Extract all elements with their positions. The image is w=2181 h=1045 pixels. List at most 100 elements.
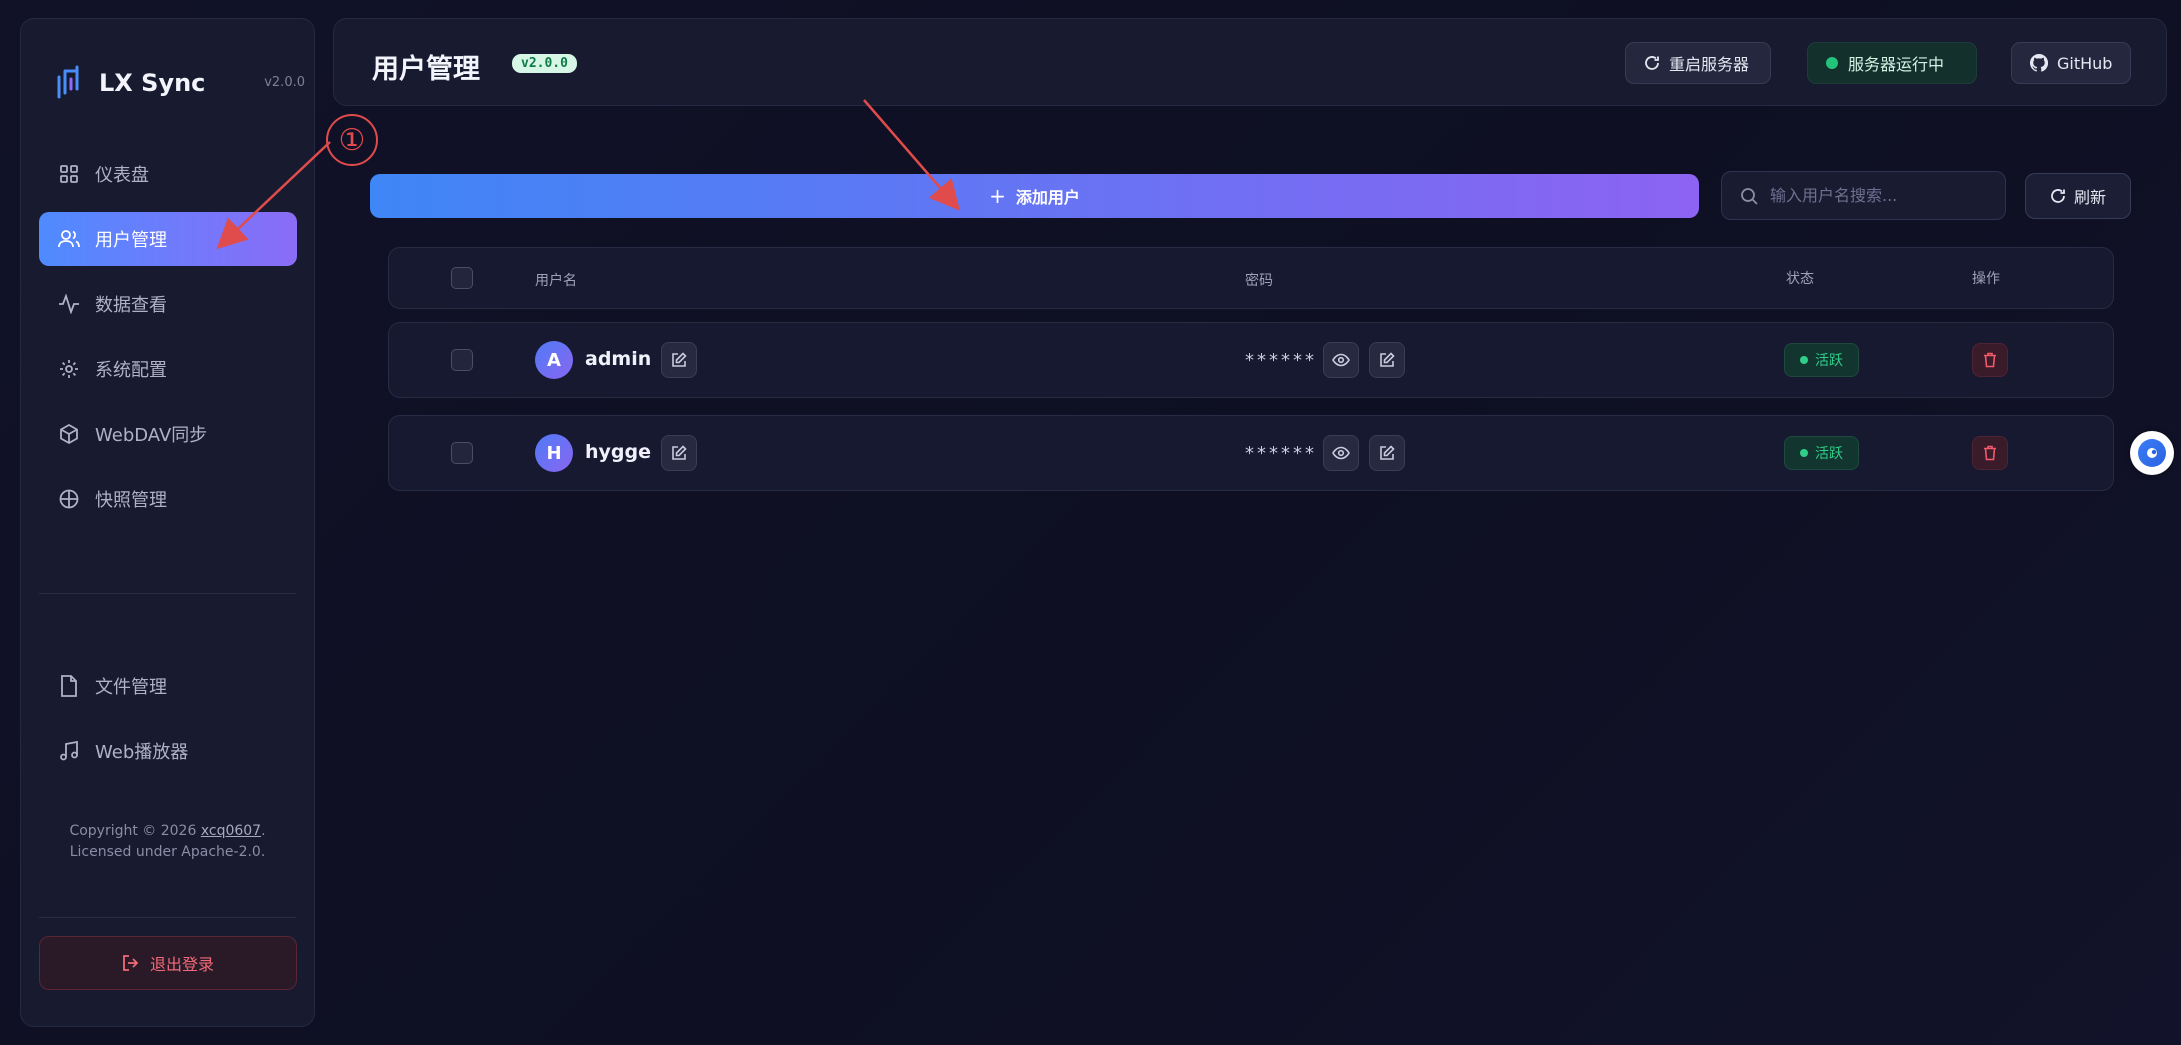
edit-icon [1380, 352, 1395, 367]
edit-username-button[interactable] [661, 342, 697, 378]
github-icon [2030, 54, 2048, 72]
annotation-step-marker: ① [326, 114, 378, 166]
sidebar-item-snapshots[interactable]: 快照管理 [39, 472, 297, 526]
users-icon [57, 227, 81, 251]
add-user-button[interactable]: + 添加用户 [370, 174, 1699, 218]
edit-password-button[interactable] [1369, 342, 1405, 378]
sidebar-item-label: WebDAV同步 [95, 425, 208, 446]
settings-icon [57, 357, 81, 381]
search-input[interactable] [1770, 186, 1990, 205]
password-mask: ****** [1245, 350, 1317, 371]
logout-button[interactable]: 退出登录 [39, 936, 297, 990]
refresh-button[interactable]: 刷新 [2025, 173, 2131, 219]
sidebar-item-label: 系统配置 [95, 360, 167, 381]
table-row: H hygge ****** 活跃 [388, 415, 2114, 491]
sidebar-item-users[interactable]: 用户管理 [39, 212, 297, 266]
username: admin [585, 348, 652, 370]
eye-icon [1332, 446, 1350, 460]
status-dot-icon [1800, 356, 1808, 364]
restart-icon [1644, 55, 1660, 71]
snapshot-icon [57, 487, 81, 511]
sidebar-item-label: 数据查看 [95, 295, 167, 316]
activity-icon [57, 292, 81, 316]
sidebar-item-dashboard[interactable]: 仪表盘 [39, 147, 297, 201]
top-header: 用户管理 v2.0.0 重启服务器 服务器运行中 GitHub [333, 18, 2167, 106]
annotation-overlay [216, 99, 960, 250]
github-button[interactable]: GitHub [2011, 42, 2131, 84]
floating-assistant-button[interactable] [2130, 431, 2174, 475]
table-header: 用户名 密码 状态 操作 [388, 247, 2114, 309]
table-row: A admin ****** 活跃 [388, 322, 2114, 398]
assistant-icon [2138, 439, 2166, 467]
restart-server-button[interactable]: 重启服务器 [1625, 42, 1771, 84]
status-badge: 活跃 [1784, 436, 1859, 470]
logout-icon [122, 954, 140, 972]
page-title: 用户管理 [372, 54, 480, 85]
status-dot-icon [1800, 449, 1808, 457]
sidebar-item-settings[interactable]: 系统配置 [39, 342, 297, 396]
avatar: H [535, 434, 573, 472]
sidebar-divider-bottom [39, 917, 296, 918]
sidebar-item-data-view[interactable]: 数据查看 [39, 277, 297, 331]
select-all-checkbox[interactable] [451, 267, 473, 289]
row-checkbox[interactable] [451, 349, 473, 371]
search-icon [1740, 187, 1758, 205]
edit-password-button[interactable] [1369, 435, 1405, 471]
delete-user-button[interactable] [1972, 343, 2008, 377]
github-label: GitHub [2057, 53, 2113, 73]
plus-icon: + [989, 184, 1006, 208]
avatar: A [535, 341, 573, 379]
add-user-label: 添加用户 [1015, 188, 1080, 207]
status-label: 活跃 [1815, 446, 1843, 462]
copyright: Copyright © 2026 xcq0607. Licensed under… [21, 821, 314, 863]
status-label: 活跃 [1815, 353, 1843, 369]
logout-label: 退出登录 [149, 955, 214, 974]
edit-icon [672, 445, 687, 460]
copyright-suffix: . [261, 823, 266, 839]
restart-server-label: 重启服务器 [1669, 55, 1750, 74]
show-password-button[interactable] [1323, 342, 1359, 378]
cube-icon [57, 422, 81, 446]
sidebar-item-label: 用户管理 [95, 230, 167, 251]
sidebar-nav-secondary: 文件管理 Web播放器 [39, 659, 297, 789]
trash-icon [1984, 445, 1996, 461]
show-password-button[interactable] [1323, 435, 1359, 471]
server-status-label: 服务器运行中 [1848, 55, 1945, 74]
dashboard-icon [57, 162, 81, 186]
trash-icon [1984, 352, 1996, 368]
status-badge: 活跃 [1784, 343, 1859, 377]
status-dot-icon [1826, 57, 1838, 69]
author-link[interactable]: xcq0607 [201, 823, 261, 839]
sidebar-item-label: 文件管理 [95, 677, 167, 698]
brand: LX Sync v2.0.0 [55, 59, 305, 103]
brand-name: LX Sync [99, 69, 206, 97]
column-header-username: 用户名 [535, 273, 577, 289]
refresh-icon [2050, 188, 2066, 204]
refresh-label: 刷新 [2073, 188, 2106, 207]
column-header-actions: 操作 [1972, 271, 2000, 287]
search-box [1721, 171, 2006, 220]
license-text: Licensed under Apache-2.0. [69, 844, 266, 860]
server-status-indicator: 服务器运行中 [1807, 42, 1977, 84]
password-mask: ****** [1245, 443, 1317, 464]
file-icon [57, 674, 81, 698]
sidebar-divider [39, 593, 296, 594]
sidebar: LX Sync v2.0.0 仪表盘 用户管理 数据查看 系统配置 WebDAV… [20, 18, 315, 1027]
sidebar-item-files[interactable]: 文件管理 [39, 659, 297, 713]
edit-username-button[interactable] [661, 435, 697, 471]
edit-icon [672, 352, 687, 367]
brand-version: v2.0.0 [264, 75, 305, 90]
sidebar-item-web-player[interactable]: Web播放器 [39, 724, 297, 778]
sidebar-nav: 仪表盘 用户管理 数据查看 系统配置 WebDAV同步 快照管理 [39, 147, 297, 537]
edit-icon [1380, 445, 1395, 460]
column-header-password: 密码 [1245, 273, 1273, 289]
delete-user-button[interactable] [1972, 436, 2008, 470]
username: hygge [585, 441, 651, 463]
row-checkbox[interactable] [451, 442, 473, 464]
lx-sync-logo-icon [57, 65, 79, 99]
column-header-status: 状态 [1786, 271, 1814, 287]
sidebar-item-webdav[interactable]: WebDAV同步 [39, 407, 297, 461]
sidebar-item-label: 快照管理 [95, 490, 167, 511]
sidebar-item-label: 仪表盘 [95, 165, 149, 186]
sidebar-item-label: Web播放器 [95, 742, 189, 763]
